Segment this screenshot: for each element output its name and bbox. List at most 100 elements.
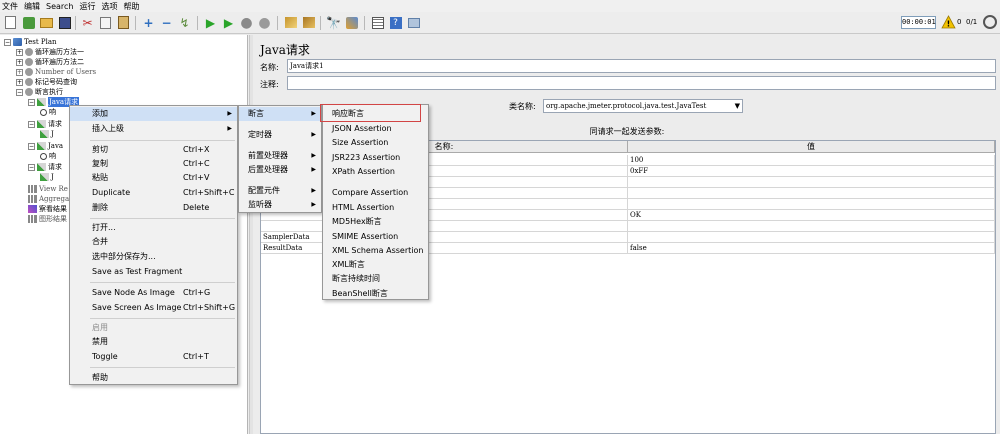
- tree-node-request-4-child[interactable]: J: [40, 172, 54, 182]
- menu-edit[interactable]: 编辑: [24, 1, 40, 12]
- menu-item-config-element[interactable]: 配置元件 ▶: [239, 184, 321, 198]
- menu-item-xml-schema-assertion[interactable]: XML Schema Assertion: [323, 244, 428, 258]
- classname-select[interactable]: org.apache.jmeter.protocol.java.test.Jav…: [543, 99, 743, 113]
- collapse-all-icon[interactable]: −: [159, 15, 174, 30]
- menu-item-size-assertion[interactable]: Size Assertion: [323, 136, 428, 150]
- search-icon[interactable]: 🔭: [326, 15, 341, 30]
- collapse-toggle[interactable]: −: [28, 120, 35, 128]
- menu-item-compare-assertion[interactable]: Compare Assertion: [323, 186, 428, 200]
- collapse-toggle[interactable]: −: [16, 88, 23, 96]
- tree-node-response-child-2[interactable]: 响: [40, 151, 56, 161]
- tree-node-thread-group-1[interactable]: + 循环遍历方法一: [16, 47, 84, 57]
- menu-item-delete[interactable]: 删除 Delete: [70, 201, 237, 215]
- clear-all-icon[interactable]: [301, 15, 316, 30]
- tree-node-test-plan[interactable]: − Test Plan: [4, 37, 57, 47]
- menu-item-beanshell-assertion[interactable]: BeanShell断言: [323, 287, 428, 301]
- menu-item-md5hex-assertion[interactable]: MD5Hex断言: [323, 215, 428, 229]
- tree-node-request-4[interactable]: − 请求: [28, 162, 62, 172]
- menu-file[interactable]: 文件: [2, 1, 18, 12]
- menu-item-listener[interactable]: 监听器 ▶: [239, 198, 321, 212]
- menu-item-jsr223-assertion[interactable]: JSR223 Assertion: [323, 151, 428, 165]
- menu-item-save-selection[interactable]: 选中部分保存为...: [70, 250, 237, 264]
- menu-item-save-screen-image[interactable]: Save Screen As Image Ctrl+Shift+G: [70, 301, 237, 315]
- menu-run[interactable]: 运行: [79, 1, 95, 12]
- menu-options[interactable]: 选项: [101, 1, 117, 12]
- table-cell-value[interactable]: 100: [628, 155, 995, 166]
- tree-node-java-request-3[interactable]: − Java: [28, 141, 63, 151]
- table-cell-value[interactable]: [628, 199, 995, 210]
- menu-item-open[interactable]: 打开...: [70, 221, 237, 235]
- expand-toggle[interactable]: +: [16, 58, 23, 66]
- clear-icon[interactable]: [283, 15, 298, 30]
- menu-item-xpath-assertion[interactable]: XPath Assertion: [323, 165, 428, 179]
- menu-item-help[interactable]: 帮助: [70, 371, 237, 385]
- menu-item-smime-assertion[interactable]: SMIME Assertion: [323, 230, 428, 244]
- remote-icon[interactable]: [406, 15, 421, 30]
- table-cell-name[interactable]: ResultData: [261, 243, 628, 254]
- comment-field[interactable]: [287, 76, 996, 90]
- table-cell-name[interactable]: [261, 221, 628, 232]
- tree-node-response-child[interactable]: 响: [40, 107, 56, 117]
- menu-item-save-test-fragment[interactable]: Save as Test Fragment: [70, 265, 237, 279]
- table-cell-value[interactable]: false: [628, 243, 995, 254]
- menu-search[interactable]: Search: [46, 2, 73, 11]
- expand-toggle[interactable]: +: [16, 48, 23, 56]
- collapse-toggle[interactable]: −: [4, 38, 11, 46]
- menu-item-cut[interactable]: 剪切 Ctrl+X: [70, 143, 237, 157]
- name-field[interactable]: Java请求1: [287, 59, 996, 73]
- tree-node-request-2[interactable]: − 请求: [28, 119, 62, 129]
- menu-item-merge[interactable]: 合并: [70, 235, 237, 249]
- expand-toggle[interactable]: +: [16, 78, 23, 86]
- table-cell-value[interactable]: [628, 188, 995, 199]
- table-cell-value[interactable]: OK: [628, 210, 995, 221]
- column-header-value[interactable]: 值: [628, 141, 995, 153]
- menu-item-add[interactable]: 添加 ▶: [70, 107, 237, 121]
- shutdown-icon[interactable]: ●: [257, 15, 272, 30]
- tree-node-assertion-exec[interactable]: − 断言执行: [16, 87, 63, 97]
- expand-all-icon[interactable]: +: [141, 15, 156, 30]
- warning-icon[interactable]: !: [941, 15, 956, 29]
- save-icon[interactable]: [57, 15, 72, 30]
- menu-help[interactable]: 帮助: [123, 1, 139, 12]
- tree-node-request-2-child[interactable]: J: [40, 129, 54, 139]
- toggle-icon[interactable]: ↯: [177, 15, 192, 30]
- menu-item-xml-assertion[interactable]: XML断言: [323, 258, 428, 272]
- copy-icon[interactable]: [98, 15, 113, 30]
- stop-icon[interactable]: ●: [239, 15, 254, 30]
- menu-item-disable[interactable]: 禁用: [70, 335, 237, 349]
- menu-item-save-node-image[interactable]: Save Node As Image Ctrl+G: [70, 286, 237, 300]
- table-cell-value[interactable]: [628, 232, 995, 243]
- tree-node-view-results[interactable]: View Re: [28, 184, 68, 194]
- table-cell-name[interactable]: SamplerData: [261, 232, 628, 243]
- table-cell-value[interactable]: [628, 221, 995, 232]
- menu-item-html-assertion[interactable]: HTML Assertion: [323, 201, 428, 215]
- menu-item-postprocessor[interactable]: 后置处理器 ▶: [239, 163, 321, 177]
- function-helper-icon[interactable]: [370, 15, 385, 30]
- menu-item-paste[interactable]: 粘贴 Ctrl+V: [70, 171, 237, 185]
- tree-node-aggregate[interactable]: Aggrega: [28, 194, 69, 204]
- table-cell-value[interactable]: [628, 177, 995, 188]
- menu-item-duration-assertion[interactable]: 断言持续时间: [323, 272, 428, 286]
- tree-node-thread-group-2[interactable]: + 循环遍历方法二: [16, 57, 84, 67]
- start-no-pauses-icon[interactable]: ▶: [221, 15, 236, 30]
- collapse-toggle[interactable]: −: [28, 142, 35, 150]
- collapse-toggle[interactable]: −: [28, 163, 35, 171]
- start-icon[interactable]: ▶: [203, 15, 218, 30]
- menu-item-toggle[interactable]: Toggle Ctrl+T: [70, 350, 237, 364]
- cut-icon[interactable]: ✂: [80, 15, 95, 30]
- menu-item-copy[interactable]: 复制 Ctrl+C: [70, 157, 237, 171]
- tree-node-graph-results[interactable]: 图形结果: [28, 214, 67, 224]
- tree-node-number-of-users[interactable]: + Number of Users: [16, 67, 96, 77]
- menu-item-json-assertion[interactable]: JSON Assertion: [323, 122, 428, 136]
- help-icon[interactable]: ?: [388, 15, 403, 30]
- reset-search-icon[interactable]: [344, 15, 359, 30]
- table-cell-value[interactable]: 0xFF: [628, 166, 995, 177]
- paste-icon[interactable]: [116, 15, 131, 30]
- menu-item-timer[interactable]: 定时器 ▶: [239, 128, 321, 142]
- menu-item-preprocessor[interactable]: 前置处理器 ▶: [239, 149, 321, 163]
- new-file-icon[interactable]: [3, 15, 18, 30]
- tree-node-view-results-tree[interactable]: 察看结果: [28, 204, 67, 214]
- templates-icon[interactable]: [21, 15, 36, 30]
- menu-item-insert-parent[interactable]: 插入上级 ▶: [70, 122, 237, 136]
- expand-toggle[interactable]: +: [16, 68, 23, 76]
